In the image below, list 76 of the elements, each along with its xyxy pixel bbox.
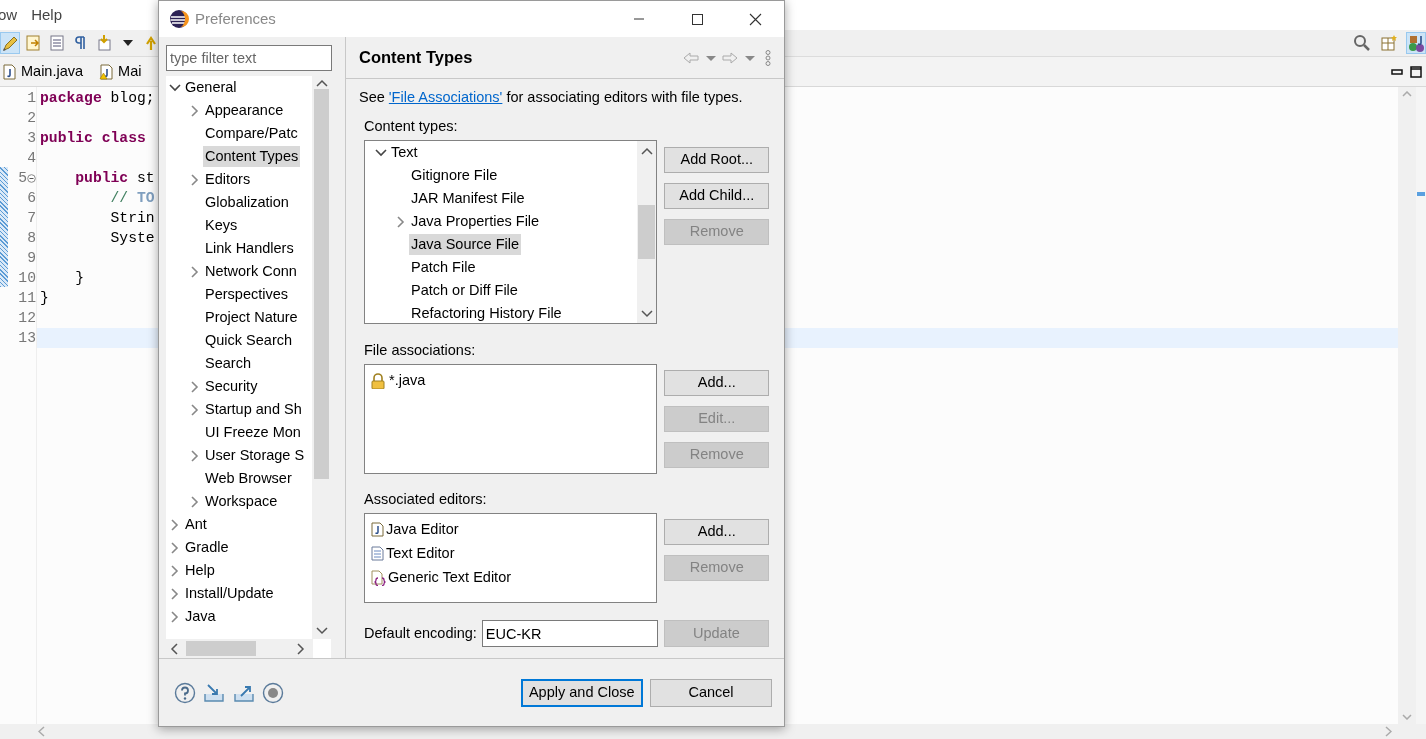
action-button[interactable]: Add...	[664, 519, 770, 545]
tree-item[interactable]: Web Browser	[203, 468, 294, 489]
section-label: Content types:	[364, 117, 459, 136]
line-number: 11	[17, 289, 36, 308]
list-item[interactable]: Text Editor	[386, 542, 455, 565]
tree-item[interactable]: Security	[203, 376, 260, 397]
line-number: 12	[17, 309, 36, 328]
tree-item[interactable]: Editors	[203, 169, 253, 190]
window-title: Preferences	[195, 8, 276, 29]
code-line: public class	[40, 130, 146, 146]
action-button[interactable]: Add Child...	[664, 183, 770, 209]
tree-item[interactable]: Startup and Sh	[203, 399, 304, 420]
tree-item[interactable]: Perspectives	[203, 284, 290, 305]
tree-item[interactable]: Text	[389, 142, 420, 163]
dialog-button[interactable]: Cancel	[650, 678, 772, 707]
tree-item[interactable]: Java	[183, 606, 218, 627]
file-associations-link[interactable]: 'File Associations'	[388, 89, 503, 105]
line-number: 6	[26, 189, 36, 208]
tree-item[interactable]: Link Handlers	[203, 238, 296, 259]
line-number: 2	[26, 109, 36, 128]
line-number: 3	[26, 129, 36, 148]
code-line: }	[74, 270, 85, 286]
tree-item[interactable]: User Storage S	[203, 445, 307, 466]
list-item[interactable]: *.java	[389, 369, 426, 392]
encoding-field[interactable]: EUC-KR	[481, 620, 658, 647]
code-line: // TO	[109, 190, 155, 206]
tree-item[interactable]: UI Freeze Mon	[203, 422, 303, 443]
line-number: 4	[26, 149, 36, 168]
dialog-button[interactable]: Apply and Close	[520, 678, 643, 707]
tree-item[interactable]: Help	[183, 560, 217, 581]
line-number: 5	[18, 169, 27, 188]
code-line: public st	[74, 170, 155, 186]
tree-item[interactable]: Appearance	[203, 100, 286, 121]
tree-item[interactable]: Refactoring History File	[409, 303, 564, 323]
tree-item[interactable]: Globalization	[203, 192, 291, 213]
tree-item[interactable]: Search	[203, 353, 253, 374]
line-number: 10	[17, 269, 36, 288]
section-label: File associations:	[364, 341, 477, 360]
filter-field[interactable]: type filter text	[166, 45, 332, 71]
tree-item[interactable]: Install/Update	[183, 583, 276, 604]
action-button[interactable]: Add Root...	[664, 147, 770, 173]
tree-item[interactable]: Project Nature	[203, 307, 300, 328]
code-line: Syste	[109, 230, 155, 246]
tree-item[interactable]: Java Source File	[409, 234, 521, 255]
tree-item[interactable]: Keys	[203, 215, 240, 236]
intro-text: See 'File Associations' for associating editors with file types.	[359, 88, 744, 107]
tree-item[interactable]: JAR Manifest File	[409, 188, 527, 209]
line-number: 9	[26, 249, 36, 268]
line-number: 1	[26, 89, 36, 108]
tree-item[interactable]: Gradle	[183, 537, 231, 558]
list-item[interactable]: Generic Text Editor	[388, 566, 512, 589]
menu-item[interactable]: Help	[31, 0, 77, 30]
line-number: 13	[17, 329, 36, 348]
code-line: package blog;	[40, 90, 155, 106]
action-button[interactable]: Add...	[664, 370, 770, 396]
tree-item[interactable]: Patch File	[409, 257, 478, 278]
tree-item[interactable]: Patch or Diff File	[409, 280, 520, 301]
line-number: 8	[26, 229, 36, 248]
tree-item[interactable]: Gitignore File	[409, 165, 500, 186]
tree-item[interactable]: Ant	[183, 514, 209, 535]
tree-item[interactable]: Quick Search	[203, 330, 295, 351]
list-item[interactable]: Java Editor	[386, 518, 459, 541]
line-number: 7	[26, 209, 36, 228]
field-label: Default encoding:	[364, 623, 477, 643]
section-label: Associated editors:	[364, 490, 488, 509]
editor-tab[interactable]: Mai	[97, 60, 156, 83]
tree-item[interactable]: Java Properties File	[409, 211, 542, 232]
tree-item[interactable]: Workspace	[203, 491, 280, 512]
tree-item[interactable]: Content Types	[203, 146, 301, 167]
editor-tab[interactable]: Main.java	[0, 60, 98, 83]
code-line: }	[40, 290, 49, 306]
page-title: Content Types	[359, 47, 473, 69]
tree-item[interactable]: Network Conn	[203, 261, 299, 282]
code-line: Strin	[109, 210, 155, 226]
tree-item[interactable]: Compare/Patc	[203, 123, 300, 144]
tree-item[interactable]: General	[183, 77, 239, 98]
